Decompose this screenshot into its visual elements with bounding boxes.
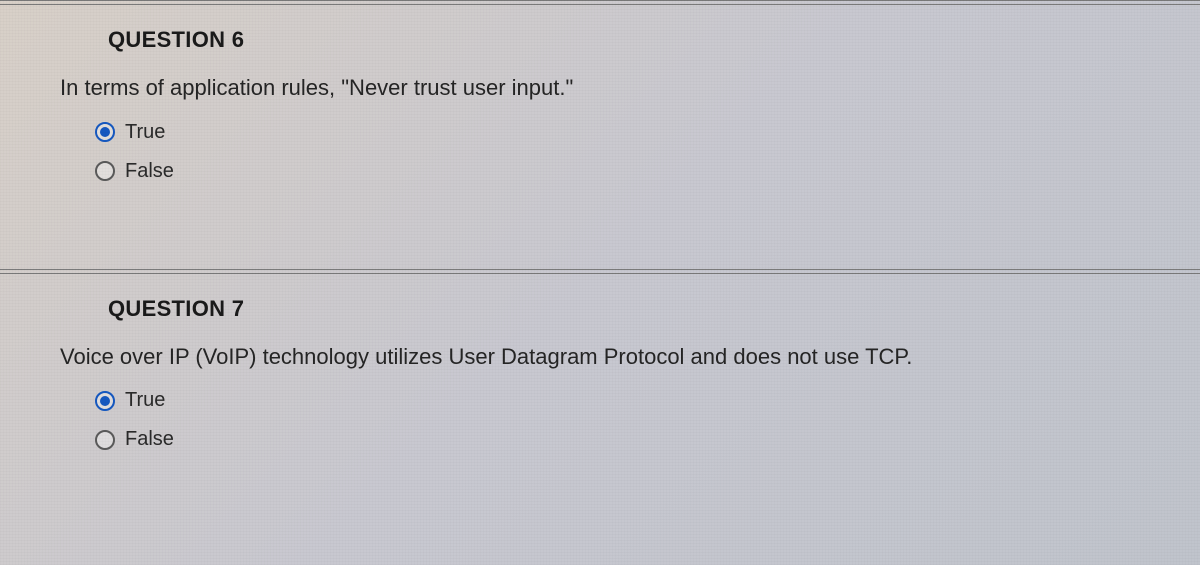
- question-options: True False: [0, 389, 1200, 451]
- question-prompt: Voice over IP (VoIP) technology utilizes…: [0, 342, 1200, 390]
- radio-icon[interactable]: [95, 122, 115, 142]
- radio-icon[interactable]: [95, 391, 115, 411]
- radio-icon[interactable]: [95, 430, 115, 450]
- question-options: True False: [0, 121, 1200, 183]
- option-label: True: [125, 389, 165, 412]
- question-heading: QUESTION 6: [0, 5, 1200, 73]
- option-label: True: [125, 121, 165, 144]
- question-block-6: QUESTION 6 In terms of application rules…: [0, 5, 1200, 183]
- option-true[interactable]: True: [95, 121, 1200, 144]
- option-false[interactable]: False: [95, 160, 1200, 183]
- option-label: False: [125, 428, 174, 451]
- option-label: False: [125, 160, 174, 183]
- option-false[interactable]: False: [95, 428, 1200, 451]
- question-prompt: In terms of application rules, "Never tr…: [0, 73, 1200, 121]
- radio-icon[interactable]: [95, 161, 115, 181]
- option-true[interactable]: True: [95, 389, 1200, 412]
- question-block-7: QUESTION 7 Voice over IP (VoIP) technolo…: [0, 274, 1200, 452]
- question-heading: QUESTION 7: [0, 274, 1200, 342]
